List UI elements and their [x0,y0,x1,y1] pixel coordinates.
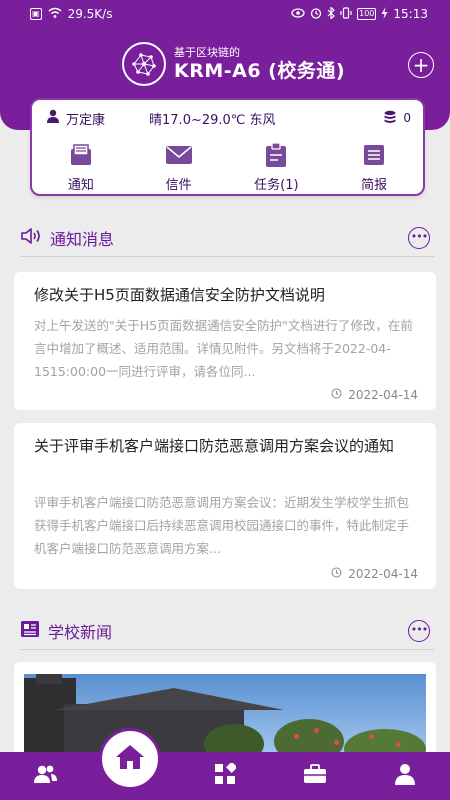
school-news-divider [20,649,434,650]
flower [334,740,339,745]
quick-mail-label: 信件 [165,178,192,193]
notice-title: 修改关于H5页面数据通信安全防护文档说明 [34,286,325,304]
notices-divider [20,256,434,257]
list-icon [360,142,388,168]
school-news-header: 学校新闻 ••• [20,617,430,645]
app-title: KRM-A6 (校务通) [174,59,346,82]
status-bar: ▣ 29.5K/s 100 15:13 [30,4,428,24]
battery-indicator: 100 [357,8,377,20]
clock-icon [331,567,342,581]
notice-body: 评审手机客户端接口防范恶意调用方案会议：近期发生学校学生抓包获得手机客户端接口后… [34,495,410,556]
quick-task-label: 任务(1) [254,178,299,193]
coin-count: 0 [403,111,411,125]
coin-balance[interactable]: 0 [383,110,411,127]
quick-brief-label: 简报 [361,178,388,193]
notice-date: 2022-04-14 [331,567,418,581]
inbox-icon [67,142,95,168]
user-icon [46,109,60,127]
blockchain-logo-icon [122,42,166,86]
school-news-title: 学校新闻 [48,623,113,642]
flower [314,728,319,733]
tower-top [36,674,62,684]
alarm-icon [310,7,322,22]
building-roof [54,688,284,710]
school-news-more-button[interactable]: ••• [408,620,430,642]
clock-icon [331,388,342,402]
quick-links: 通知 信件 任务(1) 简报 [32,142,423,193]
quick-brief[interactable]: 简报 [325,142,423,193]
notices-title: 通知消息 [50,230,115,249]
brand-tagline: 基于区块链的 [174,45,240,59]
clipboard-icon [262,142,290,168]
quick-mail[interactable]: 信件 [130,142,228,193]
bottom-tab-bar [0,752,450,800]
tab-apps[interactable] [180,752,270,800]
quick-notice[interactable]: 通知 [32,142,130,193]
newspaper-icon [20,620,40,642]
notice-date-text: 2022-04-14 [348,567,418,581]
weather-info: 晴17.0~29.0℃ 东风 [149,112,276,128]
vibrate-icon [340,6,352,22]
user-name: 万定康 [66,112,106,128]
notification-icon: ▣ [30,8,42,20]
speaker-icon [20,227,42,249]
home-icon [115,744,145,774]
tab-contacts[interactable] [0,752,90,800]
notices-more-button[interactable]: ••• [408,227,430,249]
user-card: 万定康 晴17.0~29.0℃ 东风 0 通知 信件 任务(1) 简报 [30,98,425,196]
wifi-icon [48,7,62,22]
school-news-photo[interactable] [24,674,426,762]
quick-notice-label: 通知 [67,178,94,193]
mail-icon [165,142,193,168]
tab-work[interactable] [270,752,360,800]
contacts-icon [32,764,58,788]
notices-header: 通知消息 ••• [20,224,430,252]
user-info[interactable]: 万定康 [46,109,105,128]
notice-date: 2022-04-14 [331,388,418,402]
flower [369,734,374,739]
charging-icon [381,6,388,22]
quick-task[interactable]: 任务(1) [228,142,326,193]
clock-time: 15:13 [393,7,428,21]
briefcase-icon [303,764,327,788]
profile-icon [394,763,416,789]
apps-icon [214,761,238,789]
notice-title: 关于评审手机客户端接口防范恶意调用方案会议的通知 [34,437,395,455]
add-button[interactable]: + [408,52,434,78]
school-news-card[interactable] [14,662,436,762]
eye-icon [291,7,305,21]
flower [294,734,299,739]
notice-item-2[interactable]: 关于评审手机客户端接口防范恶意调用方案会议的通知 评审手机客户端接口防范恶意调用… [14,423,436,589]
coins-icon [383,110,397,127]
tab-home[interactable] [99,728,161,790]
flower [396,742,401,747]
notice-item-1[interactable]: 修改关于H5页面数据通信安全防护文档说明 对上午发送的"关于H5页面数据通信安全… [14,272,436,410]
brand-block: 基于区块链的 KRM-A6 (校务通) [122,42,345,86]
tab-profile[interactable] [360,752,450,800]
network-speed: 29.5K/s [67,7,113,21]
notice-body: 对上午发送的"关于H5页面数据通信安全防护"文档进行了修改，在前言中增加了概述、… [34,318,413,379]
notice-date-text: 2022-04-14 [348,388,418,402]
bluetooth-icon [327,5,336,22]
